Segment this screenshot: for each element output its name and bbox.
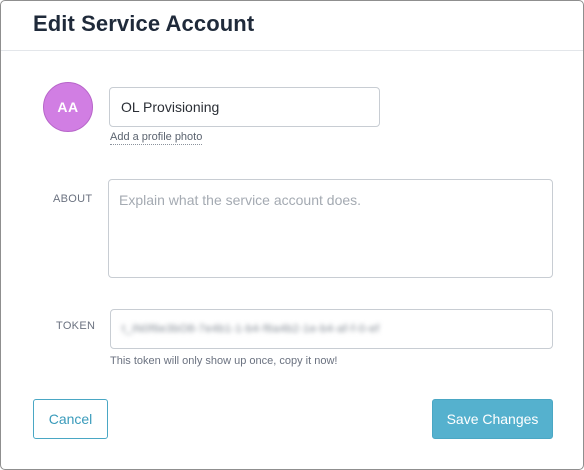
account-name-input[interactable]: [109, 87, 380, 127]
avatar: AA: [43, 82, 93, 132]
cancel-button[interactable]: Cancel: [33, 399, 108, 439]
token-field[interactable]: t_iN0f6e3bO8-7e4b1-1-b4-f6a4b2-1e-b4-af-…: [110, 309, 553, 349]
avatar-initials: AA: [57, 99, 79, 115]
add-profile-photo-link[interactable]: Add a profile photo: [110, 131, 203, 145]
about-textarea[interactable]: [108, 179, 553, 278]
token-value: t_iN0f6e3bO8-7e4b1-1-b4-f6a4b2-1e-b4-af-…: [122, 323, 380, 335]
token-label: TOKEN: [56, 320, 96, 332]
dialog-header: Edit Service Account: [1, 1, 583, 51]
token-hint: This token will only show up once, copy …: [110, 355, 338, 367]
dialog-title: Edit Service Account: [33, 11, 255, 36]
edit-service-account-dialog: Edit Service Account AA Add a profile ph…: [0, 0, 584, 470]
about-label: ABOUT: [53, 193, 93, 205]
save-changes-button[interactable]: Save Changes: [432, 399, 553, 439]
